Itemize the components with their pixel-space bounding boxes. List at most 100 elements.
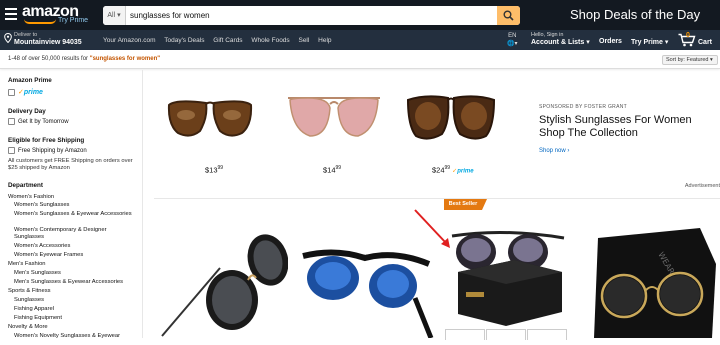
nav-link-whole-foods[interactable]: Whole Foods (251, 37, 289, 44)
price-dollars: 24 (436, 165, 445, 175)
nav-link-your-amazon[interactable]: Your Amazon.com (103, 37, 156, 44)
language-selector[interactable]: EN 🌐▾ (507, 32, 517, 48)
prime-badge-icon: ✓prime (452, 168, 474, 175)
product-image-4[interactable]: WEAR (588, 224, 718, 338)
advertisement-label: Advertisement (684, 183, 720, 189)
dept-fishing-equipment[interactable]: Fishing Equipment (14, 315, 138, 322)
top-header: amazon Try Prime All ▾ Shop Deals of the… (0, 0, 720, 30)
dept-mens-sunglasses-eyewear-accessories[interactable]: Men's Sunglasses & Eyewear Accessories (14, 279, 138, 286)
search-bar: All ▾ (103, 6, 520, 25)
account-lists-menu[interactable]: Hello, Sign in Account & Lists ▾ (531, 32, 590, 47)
dept-sports-fitness[interactable]: Sports & Fitness (8, 288, 132, 295)
search-category-label: All (107, 12, 116, 19)
results-info-bar: 1-48 of over 50,000 results for "sunglas… (0, 50, 720, 69)
search-icon (503, 10, 514, 21)
product-image-3[interactable] (444, 222, 576, 326)
sponsored-price-3: $2499 ✓prime (432, 165, 474, 175)
product-image-2[interactable] (295, 238, 435, 338)
dept-novelty-more[interactable]: Novelty & More (8, 324, 132, 331)
nav-bar: Deliver to Mountainview 94035 Your Amazo… (0, 30, 720, 50)
search-input[interactable] (130, 8, 490, 23)
tomorrow-label: Get It by Tomorrow (18, 119, 69, 126)
prime-checkbox[interactable] (8, 88, 15, 96)
dept-womens-sunglasses-eyewear-accessories[interactable]: Women's Sunglasses & Eyewear Accessories (14, 211, 138, 218)
get-it-tomorrow-filter[interactable]: Get It by Tomorrow (8, 118, 69, 125)
nav-links: Your Amazon.com Today's Deals Gift Cards… (103, 37, 339, 44)
thumbnail-1[interactable] (445, 329, 485, 340)
dept-womens-fashion[interactable]: Women's Fashion (8, 194, 132, 201)
logo-smile-icon (24, 19, 56, 24)
deals-promo-link[interactable]: Shop Deals of the Day (570, 7, 700, 22)
sign-in-greeting: Hello, Sign in (531, 32, 564, 38)
results-count-text: 1-48 of over 50,000 results for (8, 56, 89, 62)
sponsored-product-image-1[interactable] (166, 95, 254, 143)
product-thumbnails (445, 327, 568, 345)
free-shipping-note: All customers get FREE Shipping on order… (8, 158, 133, 171)
nav-link-todays-deals[interactable]: Today's Deals (164, 37, 204, 44)
try-prime-link[interactable]: Try Prime (58, 17, 88, 24)
cart-label: Cart (698, 39, 713, 46)
tomorrow-checkbox[interactable] (8, 118, 15, 125)
filter-sidebar: Amazon Prime ✓prime Delivery Day Get It … (0, 70, 142, 340)
dept-womens-sunglasses[interactable]: Women's Sunglasses (14, 202, 138, 209)
globe-icon: 🌐▾ (507, 41, 518, 47)
amazon-prime-heading: Amazon Prime (8, 77, 52, 84)
price-cents: 99 (217, 165, 224, 171)
section-divider (154, 198, 720, 199)
cart-button[interactable]: 0 Cart (678, 32, 712, 49)
deliver-location: Mountainview 94035 (14, 39, 82, 46)
delivery-day-heading: Delivery Day (8, 108, 46, 115)
account-lists-label: Account & Lists (531, 39, 585, 46)
price-dollars: 14 (327, 165, 336, 175)
nav-link-gift-cards[interactable]: Gift Cards (213, 37, 242, 44)
search-category-select[interactable]: All ▾ (103, 6, 126, 25)
free-shipping-label: Free Shipping by Amazon (18, 148, 87, 155)
nav-link-sell[interactable]: Sell (298, 37, 309, 44)
dept-mens-fashion[interactable]: Men's Fashion (8, 261, 132, 268)
thumbnail-2[interactable] (486, 329, 526, 340)
nav-link-help[interactable]: Help (318, 37, 331, 44)
dept-mens-sunglasses[interactable]: Men's Sunglasses (14, 270, 138, 277)
shop-now-link[interactable]: Shop now › (539, 148, 569, 154)
sponsored-product-image-3[interactable] (406, 92, 496, 146)
sponsored-title[interactable]: Stylish Sunglasses For Women Shop The Co… (539, 114, 719, 140)
free-shipping-checkbox[interactable] (8, 147, 15, 154)
results-query: "sunglasses for women" (89, 56, 161, 62)
prime-logo-icon: ✓prime (18, 89, 43, 96)
dept-womens-novelty-sunglasses[interactable]: Women's Novelty Sunglasses & Eyewear (14, 333, 138, 340)
deliver-to-label: Deliver to (14, 32, 38, 38)
prime-badge-label: prime (457, 168, 474, 175)
prime-label: prime (23, 89, 43, 96)
language-label: EN (508, 33, 517, 39)
sponsored-price-2: $1499 (323, 165, 342, 175)
dept-fishing-apparel[interactable]: Fishing Apparel (14, 306, 138, 313)
results-count: 1-48 of over 50,000 results for "sunglas… (8, 56, 160, 62)
department-heading: Department (8, 182, 43, 189)
sort-by-select[interactable]: Sort by: Featured ▾ (662, 55, 718, 65)
search-button[interactable] (497, 6, 520, 25)
dept-sunglasses[interactable]: Sunglasses (14, 297, 138, 304)
location-pin-icon (4, 33, 12, 43)
sponsored-price-1: $1399 (205, 165, 224, 175)
price-cents: 99 (444, 165, 451, 171)
sort-by-label: Sort by: Featured (666, 57, 709, 63)
dept-womens-accessories[interactable]: Women's Accessories (14, 243, 138, 250)
product-image-1[interactable] (160, 228, 288, 338)
dept-womens-contemporary-designer[interactable]: Women's Contemporary & Designer Sunglass… (14, 227, 138, 240)
price-cents: 99 (335, 165, 342, 171)
orders-link[interactable]: Orders (599, 38, 622, 45)
price-dollars: 13 (209, 165, 218, 175)
thumbnail-3[interactable] (527, 329, 567, 340)
free-shipping-filter[interactable]: Free Shipping by Amazon (8, 147, 87, 154)
sponsored-product-image-2[interactable] (284, 90, 384, 145)
sponsored-banner: $1399 $1499 $2499 ✓prime SPONSORED BY FO… (154, 70, 720, 192)
sidebar-divider (142, 70, 143, 338)
free-shipping-heading: Eligible for Free Shipping (8, 137, 85, 144)
try-prime-label: Try Prime (631, 39, 663, 46)
sponsored-label: SPONSORED BY FOSTER GRANT (539, 104, 627, 110)
cart-count: 0 (686, 32, 690, 39)
prime-filter[interactable]: ✓prime (8, 88, 43, 96)
menu-icon[interactable] (5, 8, 17, 20)
try-prime-menu[interactable]: Try Prime ▾ (631, 38, 668, 46)
dept-womens-eyewear-frames[interactable]: Women's Eyewear Frames (14, 252, 138, 259)
